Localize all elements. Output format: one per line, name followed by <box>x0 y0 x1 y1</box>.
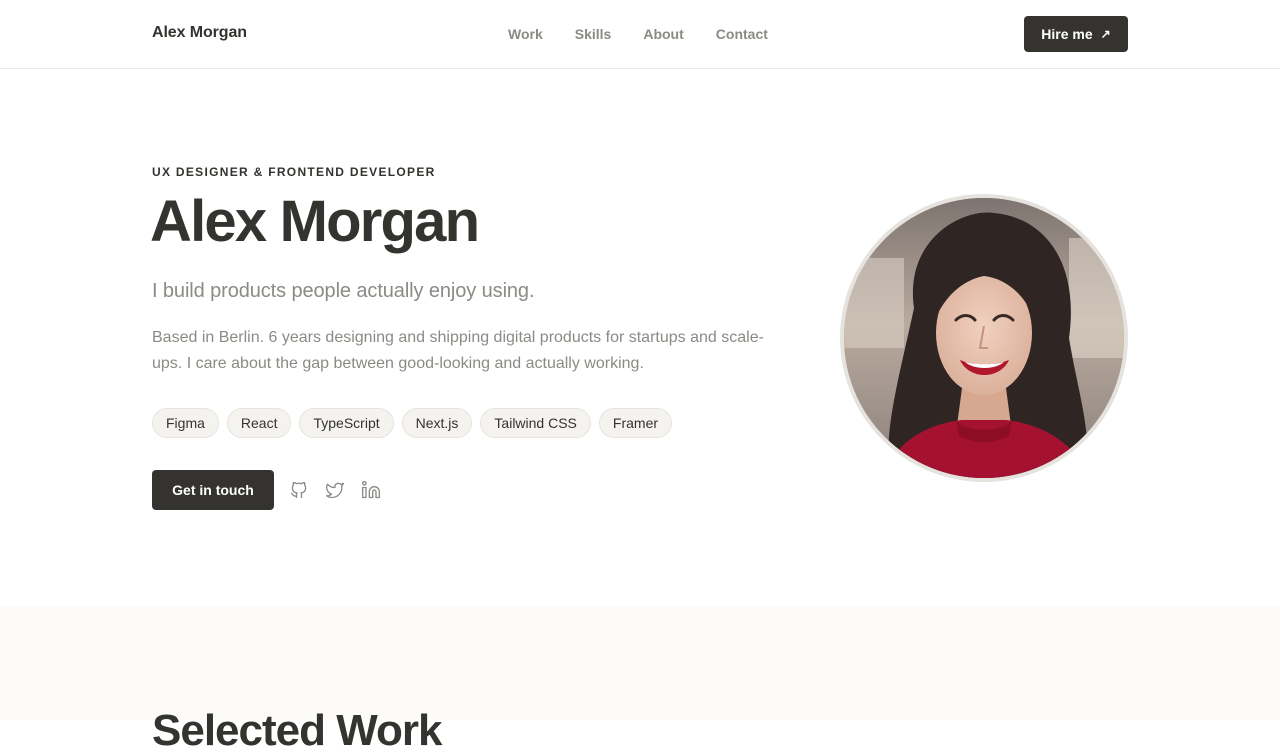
hero-title: Alex Morgan <box>150 189 480 254</box>
twitter-icon[interactable] <box>325 479 345 501</box>
skill-tag: Framer <box>598 408 673 438</box>
nav-link-skills[interactable]: Skills <box>575 26 612 42</box>
site-header: Alex Morgan Work Skills About Contact Hi… <box>0 0 1280 69</box>
arrow-up-right-icon: ↗ <box>1100 27 1111 41</box>
skill-tag: React <box>226 408 292 438</box>
work-section-title: Selected Work <box>152 706 442 755</box>
brand-name[interactable]: Alex Morgan <box>152 24 247 42</box>
portrait-illustration <box>844 198 1124 478</box>
linkedin-icon[interactable] <box>361 479 381 501</box>
skill-tag: TypeScript <box>299 408 394 438</box>
social-links <box>289 479 381 501</box>
skill-tags: Figma React TypeScript Next.js Tailwind … <box>152 408 673 438</box>
role-eyebrow: UX DESIGNER & FRONTEND DEVELOPER <box>152 165 436 179</box>
profile-photo <box>840 194 1128 482</box>
nav-link-work[interactable]: Work <box>508 26 543 42</box>
work-section: Selected Work <box>0 605 1280 755</box>
main-nav: Work Skills About Contact <box>508 26 768 42</box>
github-icon[interactable] <box>289 479 309 501</box>
hero-bio: Based in Berlin. 6 years designing and s… <box>152 329 764 372</box>
hire-me-label: Hire me <box>1041 26 1093 42</box>
hire-me-button[interactable]: Hire me ↗ <box>1024 16 1128 52</box>
nav-link-contact[interactable]: Contact <box>716 26 768 42</box>
skill-tag: Tailwind CSS <box>480 408 591 438</box>
hero-tagline: I build products people actually enjoy u… <box>152 280 535 302</box>
skill-tag: Figma <box>152 408 219 438</box>
nav-link-about[interactable]: About <box>643 26 683 42</box>
get-in-touch-button[interactable]: Get in touch <box>152 470 274 510</box>
skill-tag: Next.js <box>401 408 473 438</box>
